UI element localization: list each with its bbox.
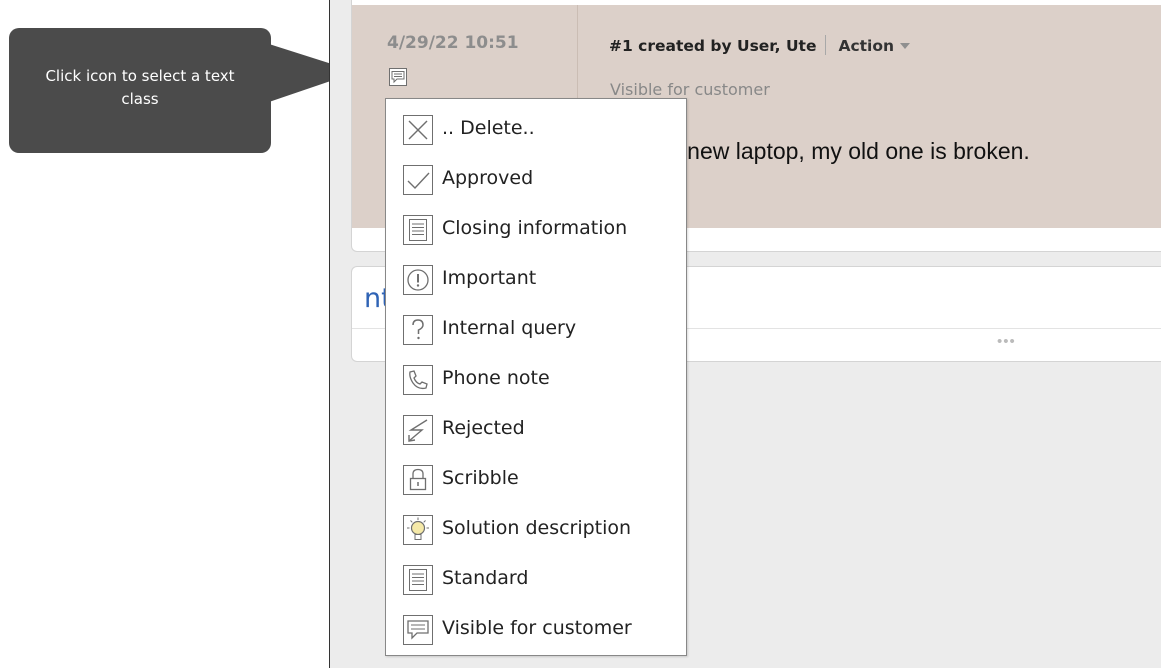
menu-item-internal-query[interactable]: Internal query [386, 305, 686, 355]
checkmark-icon [403, 165, 433, 195]
header-separator [825, 35, 827, 55]
entry-date: 4/29/22 10:51 [387, 33, 519, 53]
menu-item-standard[interactable]: Standard [386, 555, 686, 605]
menu-item-label: Standard [442, 567, 529, 589]
menu-item-label: Visible for customer [442, 617, 632, 639]
entry-header: #1 created by User, Ute Action [609, 35, 911, 55]
menu-item-phone-note[interactable]: Phone note [386, 355, 686, 405]
action-dropdown[interactable]: Action [838, 37, 911, 55]
text-class-button[interactable] [388, 67, 408, 87]
question-mark-icon [403, 315, 433, 345]
more-options-button[interactable]: ••• [997, 333, 1016, 350]
lightning-icon [403, 415, 433, 445]
menu-item-closing-information[interactable]: Closing information [386, 205, 686, 255]
menu-item-label: Internal query [442, 317, 577, 339]
action-label: Action [838, 37, 895, 55]
phone-icon [403, 365, 433, 395]
menu-item-label: Important [442, 267, 537, 289]
menu-item-label: Rejected [442, 417, 525, 439]
document-lines-icon [403, 215, 433, 245]
text-class-menu: .. Delete.. Approved Closing information… [385, 98, 687, 656]
entry-creator: #1 created by User, Ute [609, 37, 817, 55]
speech-bubble-icon [389, 68, 407, 86]
callout-box: Click icon to select a text class [9, 28, 271, 153]
callout-text: Click icon to select a text class [45, 67, 235, 108]
exclamation-circle-icon [403, 265, 433, 295]
x-box-icon [403, 115, 433, 145]
speech-bubble-icon [403, 615, 433, 645]
menu-item-label: Solution description [442, 517, 632, 539]
menu-item-rejected[interactable]: Rejected [386, 405, 686, 455]
menu-item-visible-for-customer[interactable]: Visible for customer [386, 605, 686, 655]
menu-item-label: Scribble [442, 467, 519, 489]
entry-visibility: Visible for customer [610, 80, 770, 99]
menu-item-label: Closing information [442, 217, 628, 239]
menu-item-solution-description[interactable]: Solution description [386, 505, 686, 555]
menu-item-label: Approved [442, 167, 534, 189]
lightbulb-icon [403, 515, 433, 545]
menu-item-delete[interactable]: .. Delete.. [386, 105, 686, 155]
padlock-icon [403, 465, 433, 495]
menu-item-scribble[interactable]: Scribble [386, 455, 686, 505]
menu-item-important[interactable]: Important [386, 255, 686, 305]
menu-item-label: Phone note [442, 367, 550, 389]
menu-item-label: .. Delete.. [442, 117, 535, 139]
chevron-down-icon [900, 43, 911, 49]
document-lines-icon [403, 565, 433, 595]
menu-item-approved[interactable]: Approved [386, 155, 686, 205]
entry-body-text: a new laptop, my old one is broken. [668, 138, 1030, 164]
